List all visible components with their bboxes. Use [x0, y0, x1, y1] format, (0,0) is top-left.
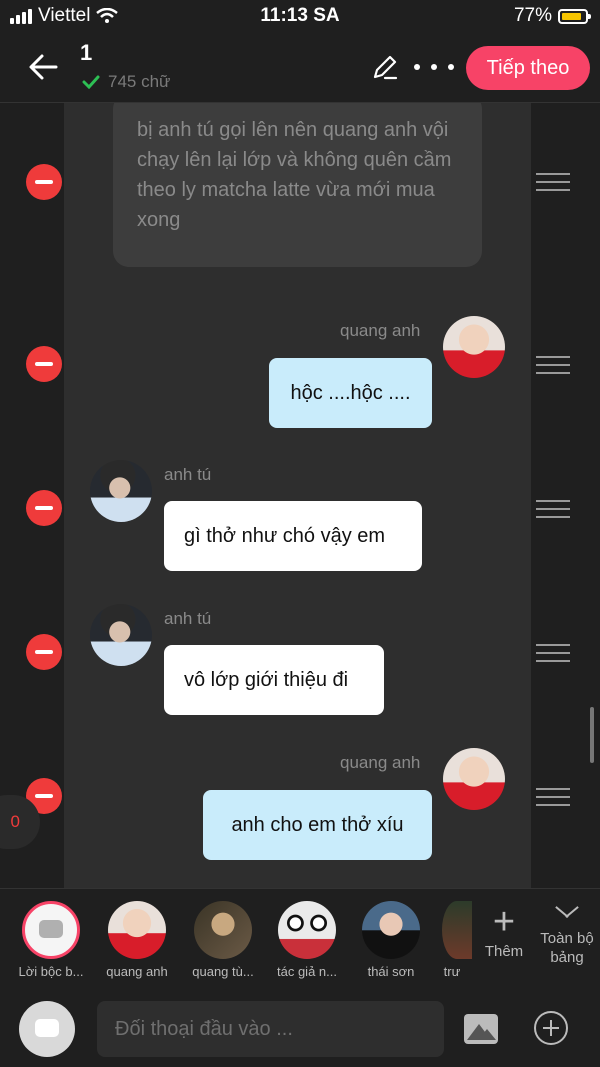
character-bar: Lời bộc b... quang anh quang tù... tác g… [0, 888, 600, 987]
drag-handle-icon[interactable] [536, 644, 570, 662]
back-arrow-icon[interactable] [26, 50, 60, 84]
drag-handle-icon[interactable] [536, 356, 570, 374]
pencil-icon[interactable] [370, 52, 400, 82]
sender-name: anh tú [164, 465, 212, 484]
status-bar: Viettel 11:13 SA 77% [0, 0, 600, 34]
sender-name: quang anh [340, 753, 421, 772]
plus-icon: + [492, 901, 516, 943]
remove-message-button[interactable] [26, 634, 62, 670]
input-bar: Đối thoại đầu vào ... [0, 986, 600, 1067]
avatar-anh-tu[interactable] [90, 604, 152, 666]
character-quang-anh[interactable]: quang anh [94, 901, 180, 979]
message-bubble[interactable]: anh cho em thở xíu [203, 790, 432, 860]
chat-editor[interactable]: bị anh tú gọi lên nên quang anh vội chạy… [0, 103, 600, 888]
battery-icon [558, 8, 591, 24]
chapter-title[interactable]: 1 [80, 40, 92, 66]
scrollbar[interactable] [590, 707, 594, 763]
character-partial[interactable]: trư [432, 901, 472, 979]
avatar-anh-tu[interactable] [90, 460, 152, 522]
avatar [362, 901, 420, 959]
more-options-icon[interactable] [414, 52, 454, 82]
avatar [108, 901, 166, 959]
message-bubble[interactable]: vô lớp giới thiệu đi [164, 645, 384, 715]
avatar [442, 901, 472, 959]
avatar [278, 901, 336, 959]
message-bubble[interactable]: gì thở như chó vậy em [164, 501, 422, 571]
next-button[interactable]: Tiếp theo [466, 46, 590, 90]
add-circle-icon[interactable] [534, 1011, 568, 1045]
drag-handle-icon[interactable] [536, 788, 570, 806]
chevron-down-icon [556, 903, 578, 925]
character-tac-gia[interactable]: tác giả n... [264, 901, 350, 979]
character-thai-son[interactable]: thái sơn [348, 901, 434, 979]
add-character-button[interactable]: + Thêm [482, 903, 526, 960]
message-bubble[interactable]: hộc ....hộc .... [269, 358, 432, 428]
image-icon[interactable] [464, 1014, 498, 1044]
word-count: 745 chữ [82, 72, 170, 92]
battery-percent: 77% [513, 5, 552, 26]
remove-message-button[interactable] [26, 346, 62, 382]
drag-handle-icon[interactable] [536, 500, 570, 518]
clock: 11:13 SA [260, 5, 340, 26]
remove-message-button[interactable] [26, 490, 62, 526]
sender-name: quang anh [340, 321, 421, 340]
avatar-quang-anh[interactable] [443, 316, 505, 378]
avatar [194, 901, 252, 959]
sender-name: anh tú [164, 609, 212, 628]
character-quang-tu[interactable]: quang tù... [180, 901, 266, 979]
avatar-quang-anh[interactable] [443, 748, 505, 810]
narrator-icon [22, 901, 80, 959]
full-board-button[interactable]: Toàn bộ bảng [536, 903, 598, 967]
dialogue-input[interactable]: Đối thoại đầu vào ... [97, 1001, 444, 1057]
narration-message[interactable]: bị anh tú gọi lên nên quang anh vội chạy… [113, 103, 482, 267]
remove-message-button[interactable] [26, 164, 62, 200]
editor-header: 1 745 chữ Tiếp theo [0, 34, 600, 103]
speaker-select-icon[interactable] [19, 1001, 75, 1057]
character-narrator[interactable]: Lời bộc b... [8, 901, 94, 979]
word-count-label: 745 chữ [108, 72, 171, 91]
drag-handle-icon[interactable] [536, 173, 570, 191]
check-icon [82, 75, 100, 89]
